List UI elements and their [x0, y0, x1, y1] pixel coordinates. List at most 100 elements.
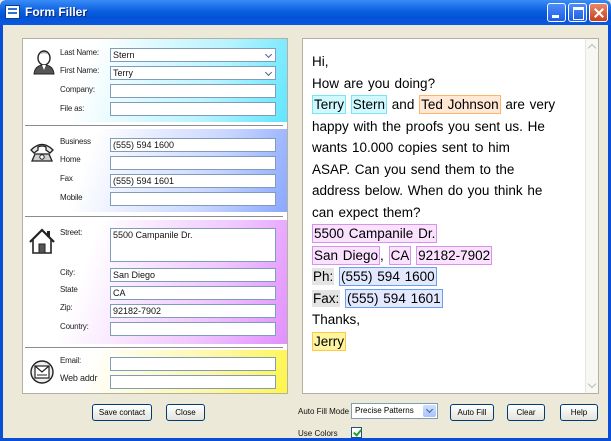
letter-line: Hi,: [312, 51, 584, 73]
home-label: Home: [60, 155, 81, 164]
last-name-value: Stern: [113, 50, 135, 60]
last-name-dropdown[interactable]: Stern: [110, 48, 276, 62]
letter-text: How are you doing?: [312, 75, 436, 91]
title-bar: Form Filler: [0, 0, 611, 25]
state-input[interactable]: CA: [110, 286, 276, 300]
house-icon: [29, 228, 55, 254]
mobile-label: Mobile: [60, 193, 83, 202]
state-highlight[interactable]: CA: [388, 245, 412, 265]
signature-highlight[interactable]: Jerry: [312, 331, 346, 351]
section-divider: [25, 216, 283, 218]
phone-section: Business (555) 594 1600 Home Fax (555) 5…: [23, 129, 287, 212]
street-label: Street:: [60, 228, 83, 237]
street-input[interactable]: 5500 Campanile Dr.: [110, 228, 276, 262]
email-section: Email: Web addr: [23, 350, 287, 393]
chevron-down-icon[interactable]: [264, 68, 274, 78]
letter-text: address below. When do you think he: [312, 183, 543, 198]
letter-body: Hi, How are you doing? Terry Stern and T…: [312, 51, 584, 352]
auto-fill-button[interactable]: Auto Fill: [450, 404, 494, 421]
zip-input[interactable]: 92182-7902: [110, 304, 276, 318]
letter-line: Ph: (555) 594 1600: [312, 266, 584, 288]
letter-line: Thanks,: [312, 309, 584, 331]
phone-label-highlight: Ph:: [312, 268, 335, 285]
letter-line: Terry Stern and Ted Johnson are very: [312, 94, 584, 116]
web-address-label: Web addr: [60, 373, 98, 383]
section-divider: [25, 125, 283, 127]
address-section: Street: 5500 Campanile Dr. City: San Die…: [23, 220, 287, 344]
chevron-down-icon[interactable]: [264, 50, 274, 60]
fax-highlight[interactable]: (555) 594 1601: [345, 288, 443, 308]
letter-line: Jerry: [312, 331, 584, 353]
letter-text: happy with the proofs you sent us. He: [312, 118, 545, 134]
minimize-button[interactable]: [547, 3, 566, 22]
letter-line: Fax: (555) 594 1601: [312, 288, 584, 310]
city-input[interactable]: San Diego: [110, 268, 276, 282]
fax-label-highlight: Fax:: [312, 289, 341, 307]
letter-text: ,: [380, 247, 389, 263]
window-frame-left: [0, 25, 3, 441]
last-name-highlight[interactable]: Stern: [350, 95, 388, 114]
fax-label: Fax: [60, 174, 73, 183]
email-icon: [30, 360, 54, 384]
zip-label: Zip:: [60, 303, 73, 312]
email-label: Email:: [60, 356, 82, 365]
country-input[interactable]: [110, 322, 276, 336]
help-button[interactable]: Help: [560, 404, 598, 421]
state-label: State: [60, 285, 78, 294]
zip-highlight[interactable]: 92182-7902: [416, 245, 493, 265]
letter-text: ASAP. Can you send them to the: [312, 161, 515, 177]
first-name-highlight[interactable]: Terry: [312, 95, 346, 114]
business-label: Business: [60, 137, 91, 146]
letter-line: San Diego, CA 92182-7902: [312, 245, 584, 267]
last-name-label: Last Name:: [60, 48, 99, 57]
close-window-button[interactable]: [589, 3, 608, 22]
form-filler-app-icon: [5, 5, 20, 19]
vertical-scrollbar[interactable]: [585, 39, 598, 393]
mobile-input[interactable]: [110, 192, 276, 206]
letter-text: and: [387, 97, 420, 112]
scroll-up-icon[interactable]: [587, 43, 597, 53]
close-button[interactable]: Close: [166, 404, 205, 421]
first-name-label: First Name:: [60, 66, 100, 75]
section-divider: [25, 347, 283, 349]
first-name-value: Terry: [113, 68, 133, 78]
use-colors-label: Use Colors: [298, 429, 338, 438]
name-section: Last Name: Stern First Name: Terry Compa…: [23, 39, 287, 122]
web-address-input[interactable]: [110, 375, 276, 389]
first-name-dropdown[interactable]: Terry: [110, 66, 276, 80]
city-highlight[interactable]: San Diego: [312, 245, 381, 265]
letter-text: wants 10.000 copies sent to him: [312, 140, 510, 155]
email-input[interactable]: [110, 357, 276, 371]
save-contact-button[interactable]: Save contact: [92, 404, 152, 421]
letter-line: wants 10.000 copies sent to him: [312, 137, 584, 159]
company-input[interactable]: [110, 84, 276, 98]
letter-text-area[interactable]: Hi, How are you doing? Terry Stern and T…: [302, 38, 599, 394]
letter-line: happy with the proofs you sent us. He: [312, 116, 584, 138]
contact-panel: Last Name: Stern First Name: Terry Compa…: [22, 38, 288, 394]
person-icon: [33, 50, 55, 75]
person-highlight[interactable]: Ted Johnson: [419, 95, 501, 114]
file-as-input[interactable]: [110, 102, 276, 116]
home-phone-input[interactable]: [110, 156, 276, 170]
fax-input[interactable]: (555) 594 1601: [110, 174, 276, 188]
phone-icon: [30, 143, 54, 162]
city-label: City:: [60, 268, 76, 277]
letter-line: address below. When do you think he: [312, 180, 584, 202]
use-colors-checkbox[interactable]: [351, 427, 362, 438]
letter-text: can expect them?: [312, 204, 421, 220]
phone-highlight[interactable]: (555) 594 1600: [339, 267, 437, 286]
scroll-down-icon[interactable]: [587, 379, 597, 389]
auto-fill-mode-value: Precise Patterns: [355, 406, 414, 415]
business-phone-input[interactable]: (555) 594 1600: [110, 138, 276, 152]
file-as-label: File as:: [60, 104, 85, 113]
letter-line: can expect them?: [312, 202, 584, 224]
street-highlight[interactable]: 5500 Campanile Dr.: [312, 224, 438, 243]
chevron-down-icon[interactable]: [423, 405, 436, 417]
country-label: Country:: [60, 322, 89, 331]
auto-fill-mode-select[interactable]: Precise Patterns: [351, 403, 438, 419]
auto-fill-mode-label: Auto Fill Mode: [298, 407, 350, 416]
letter-text: Thanks,: [312, 312, 361, 327]
clear-button[interactable]: Clear: [507, 404, 545, 421]
company-label: Company:: [60, 85, 95, 94]
maximize-button[interactable]: [568, 3, 587, 22]
